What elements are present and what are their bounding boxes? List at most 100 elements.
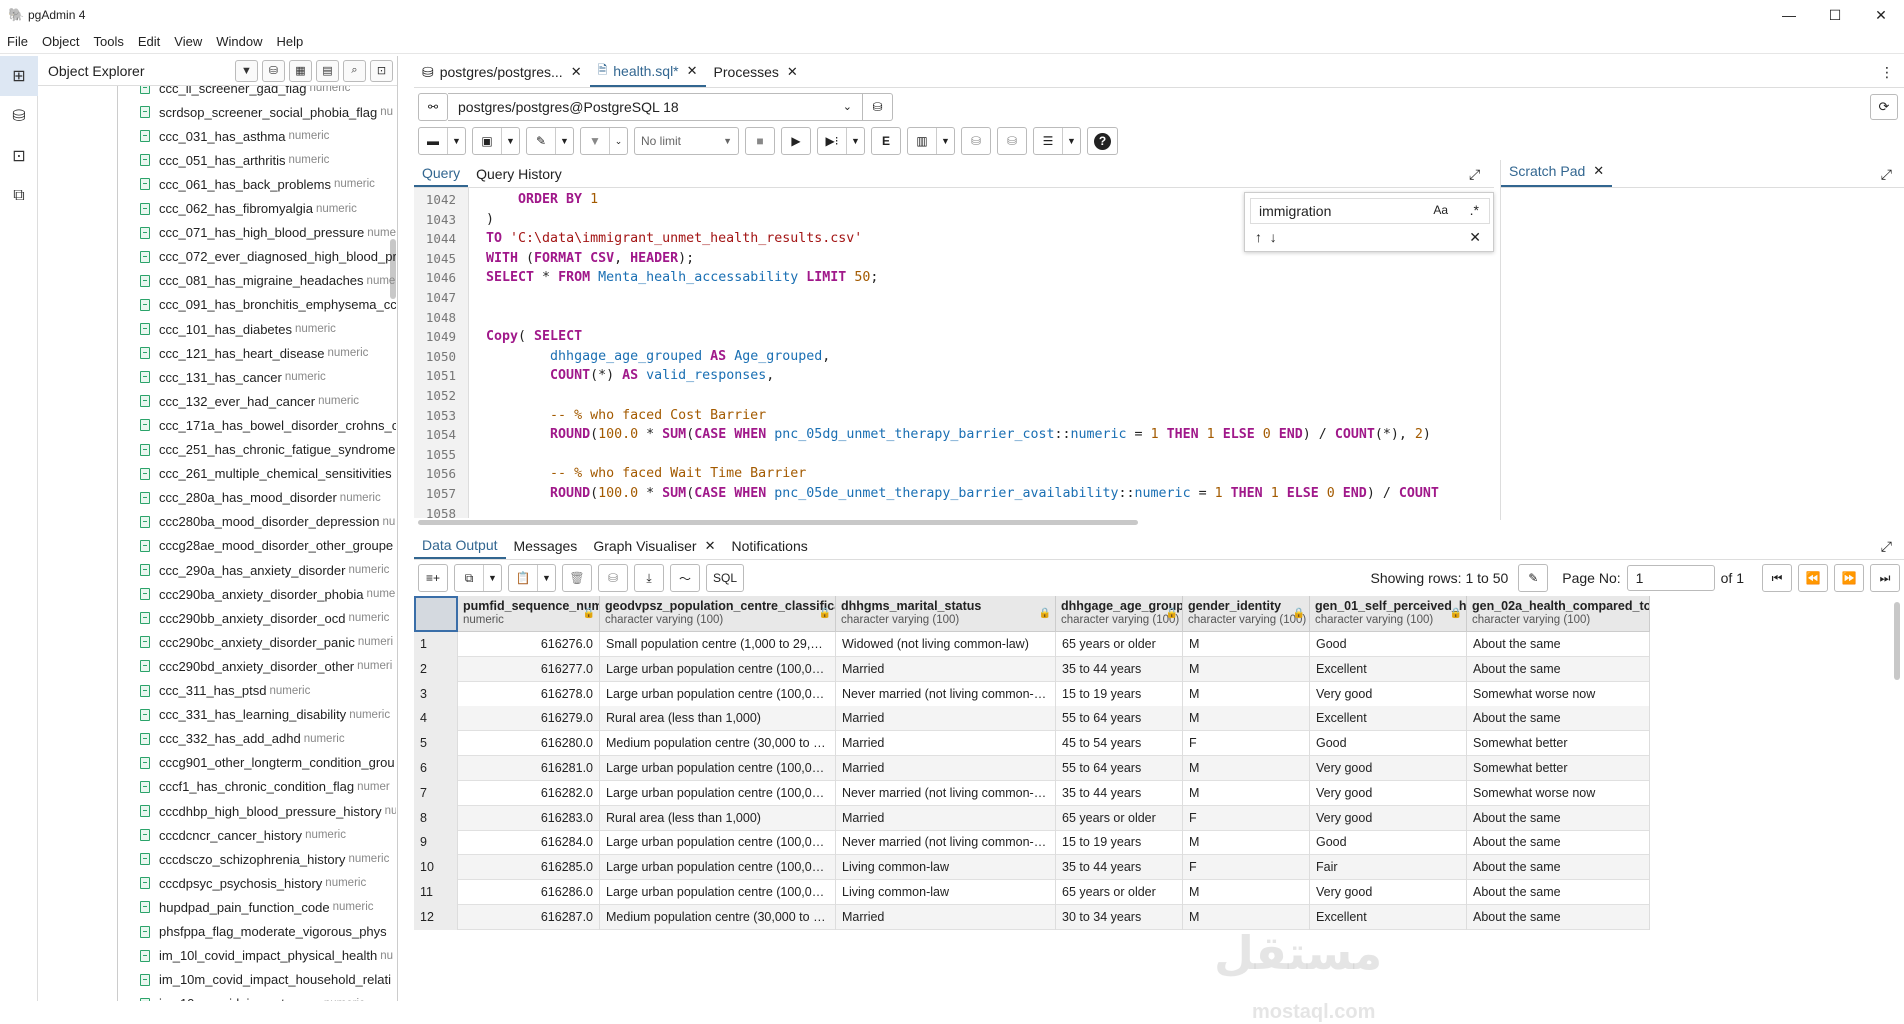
tree-item-column[interactable]: ccc_031_has_asthma numeric: [140, 124, 396, 148]
table-cell[interactable]: F: [1183, 805, 1310, 831]
table-cell[interactable]: M: [1183, 756, 1310, 781]
table-cell[interactable]: 55 to 64 years: [1056, 706, 1183, 732]
table-cell[interactable]: Fair: [1310, 855, 1467, 881]
row-number[interactable]: 11: [414, 880, 458, 905]
tree-item-column[interactable]: ccc_261_multiple_chemical_sensitivities: [140, 462, 396, 486]
table-cell[interactable]: M: [1183, 880, 1310, 905]
table-cell[interactable]: Good: [1310, 731, 1467, 757]
table-cell[interactable]: Somewhat better: [1467, 756, 1650, 781]
maximize-button[interactable]: ☐: [1812, 0, 1858, 30]
tree-item-column[interactable]: ccc_331_has_learning_disability numeric: [140, 703, 396, 727]
tree-item-column[interactable]: im_10l_covid_impact_physical_health nu: [140, 944, 396, 968]
menu-window[interactable]: Window: [209, 34, 269, 49]
table-cell[interactable]: 35 to 44 years: [1056, 656, 1183, 682]
row-number[interactable]: 8: [414, 805, 458, 831]
tab-query-history[interactable]: Query History: [468, 161, 570, 187]
row-number[interactable]: 5: [414, 731, 458, 757]
table-cell[interactable]: 616283.0: [458, 805, 600, 831]
table-cell[interactable]: 616286.0: [458, 880, 600, 905]
tree-item-column[interactable]: scrdsop_screener_social_phobia_flag nu: [140, 100, 396, 124]
column-header[interactable]: gen_01_self_perceived_healthcharacter va…: [1310, 596, 1467, 632]
match-case-button[interactable]: Aa: [1433, 203, 1448, 217]
close-icon[interactable]: ✕: [571, 64, 582, 80]
row-number[interactable]: 1: [414, 632, 458, 657]
table-cell[interactable]: Large urban population centre (100,000 o…: [600, 830, 836, 856]
table-cell[interactable]: 616277.0: [458, 656, 600, 682]
last-page-button[interactable]: ⏭: [1870, 564, 1900, 592]
add-row-button[interactable]: ≡+: [418, 564, 448, 592]
tree-item-column[interactable]: ccc290bb_anxiety_disorder_ocd numeric: [140, 606, 396, 630]
table-cell[interactable]: M: [1183, 706, 1310, 732]
table-cell[interactable]: Good: [1310, 632, 1467, 657]
table-cell[interactable]: Large urban population centre (100,000 o…: [600, 656, 836, 682]
table-cell[interactable]: 616279.0: [458, 706, 600, 732]
table-cell[interactable]: 616282.0: [458, 780, 600, 806]
tab-notifications[interactable]: Notifications: [723, 533, 815, 559]
tree-item-column[interactable]: ccc_311_has_ptsd numeric: [140, 679, 396, 703]
connection-select[interactable]: postgres/postgres@PostgreSQL 18 ⌄: [448, 93, 863, 121]
table-cell[interactable]: 616281.0: [458, 756, 600, 781]
tab-scratch-pad[interactable]: Scratch Pad ✕: [1501, 157, 1613, 187]
table-cell[interactable]: Living common-law: [836, 880, 1056, 905]
close-icon[interactable]: ✕: [1469, 229, 1481, 246]
tree-item-column[interactable]: ccc_171a_has_bowel_disorder_crohns_c: [140, 413, 396, 437]
chevron-down-icon[interactable]: ▼: [447, 128, 465, 154]
table-cell[interactable]: Large urban population centre (100,000 o…: [600, 756, 836, 781]
close-icon[interactable]: ✕: [687, 63, 698, 79]
table-cell[interactable]: Never married (not living common-law): [836, 830, 1056, 856]
database-icon[interactable]: ⛁: [0, 96, 38, 136]
save-file-button[interactable]: ▣ ▼: [472, 127, 520, 155]
menu-file[interactable]: File: [0, 34, 35, 49]
download-button[interactable]: ⤓: [634, 564, 664, 592]
row-number[interactable]: 12: [414, 904, 458, 930]
query-tool-icon[interactable]: ⛁: [262, 59, 285, 82]
table-cell[interactable]: 616276.0: [458, 632, 600, 657]
table-cell[interactable]: About the same: [1467, 830, 1650, 856]
table-cell[interactable]: Widowed (not living common-law): [836, 632, 1056, 657]
execute-button[interactable]: ▶: [781, 127, 811, 155]
tree-item-column[interactable]: ccc_081_has_migraine_headaches nume: [140, 269, 396, 293]
delete-button[interactable]: 🗑: [562, 564, 592, 592]
object-explorer-icon[interactable]: ⊞: [0, 56, 38, 96]
page-number-input[interactable]: 1: [1626, 565, 1715, 591]
tree-item-column[interactable]: cccf1_has_chronic_condition_flag numer: [140, 775, 396, 799]
table-cell[interactable]: Large urban population centre (100,000 o…: [600, 855, 836, 881]
execute-options-button[interactable]: ▶⁝ ▼: [817, 127, 865, 155]
chevron-down-icon[interactable]: ⌄: [609, 128, 627, 154]
tree-item-column[interactable]: ccc_071_has_high_blood_pressure nume: [140, 221, 396, 245]
chevron-down-icon[interactable]: ▼: [936, 128, 954, 154]
table-cell[interactable]: Good: [1310, 830, 1467, 856]
table-cell[interactable]: Somewhat better: [1467, 731, 1650, 757]
table-row[interactable]: 9 616284.0 Large urban population centre (…: [414, 830, 1650, 856]
table-row[interactable]: 8 616283.0 Rural area (less than 1,000) Mar…: [414, 805, 1650, 831]
table-row[interactable]: 10 616285.0 Large urban population centre …: [414, 855, 1650, 881]
table-cell[interactable]: About the same: [1467, 855, 1650, 881]
row-number-header[interactable]: [414, 596, 458, 632]
table-row[interactable]: 5 616280.0 Medium population centre (30,00…: [414, 731, 1650, 757]
filter-button[interactable]: ▼ ⌄: [580, 127, 628, 155]
table-cell[interactable]: Large urban population centre (100,000 o…: [600, 681, 836, 707]
table-row[interactable]: 12 616287.0 Medium population centre (30,0…: [414, 904, 1650, 930]
table-cell[interactable]: Never married (not living common-law): [836, 780, 1056, 806]
menu-view[interactable]: View: [167, 34, 209, 49]
table-cell[interactable]: About the same: [1467, 656, 1650, 682]
arrow-down-icon[interactable]: ↓: [1270, 229, 1277, 245]
tree-item-column[interactable]: cccdhbp_high_blood_pressure_history nu: [140, 799, 396, 823]
expand-icon[interactable]: ⤢: [1881, 166, 1892, 183]
more-options-icon[interactable]: ⋮: [1880, 64, 1894, 81]
chevron-down-icon[interactable]: ▼: [483, 565, 501, 591]
column-header[interactable]: pumfid_sequence_numbernumeric 🔒: [458, 596, 600, 632]
table-cell[interactable]: About the same: [1467, 706, 1650, 732]
tree-item-column[interactable]: hupdpad_pain_function_code numeric: [140, 895, 396, 919]
table-row[interactable]: 3 616278.0 Large urban population centre (…: [414, 681, 1650, 707]
tree-item-column[interactable]: ccc290bc_anxiety_disorder_panic numeri: [140, 630, 396, 654]
previous-page-button[interactable]: ⏪: [1798, 564, 1828, 592]
table-row[interactable]: 4 616279.0 Rural area (less than 1,000) Mar…: [414, 706, 1650, 732]
table-cell[interactable]: Very good: [1310, 681, 1467, 707]
table-cell[interactable]: 55 to 64 years: [1056, 756, 1183, 781]
tab-data-output[interactable]: Data Output: [414, 533, 506, 559]
table-cell[interactable]: 15 to 19 years: [1056, 830, 1183, 856]
table-cell[interactable]: F: [1183, 731, 1310, 757]
connection-status-icon[interactable]: ⚯: [418, 93, 448, 121]
table-row[interactable]: 7 616282.0 Large urban population centre (…: [414, 780, 1650, 806]
